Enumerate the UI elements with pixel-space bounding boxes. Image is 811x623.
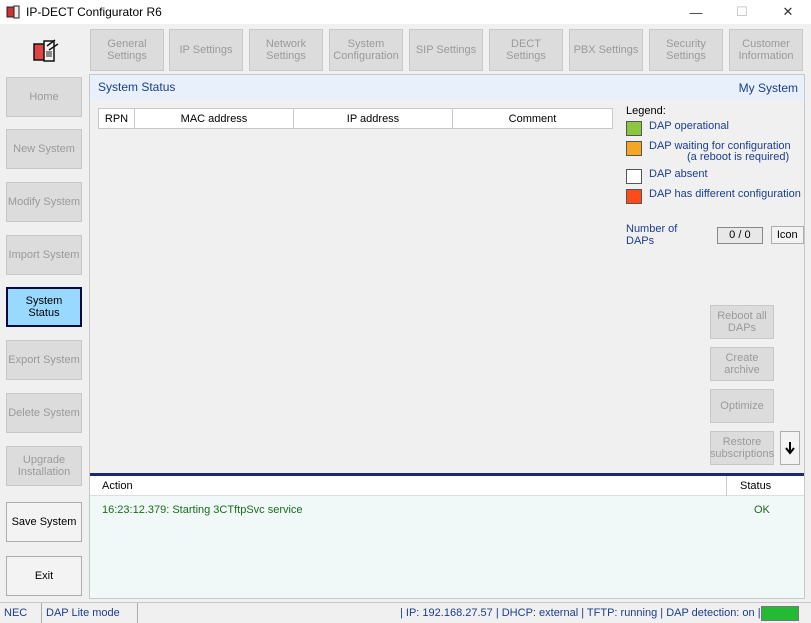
legend-swatch-different xyxy=(626,189,642,204)
logo-icon xyxy=(33,39,59,62)
column-ip-address[interactable]: IP address xyxy=(294,109,453,128)
sidebar-item-home[interactable]: Home xyxy=(6,77,82,117)
log-row: 16:23:12.379: Starting 3CTftpSvc service… xyxy=(90,504,804,518)
reboot-all-daps-button[interactable]: Reboot all DAPs xyxy=(710,305,774,339)
tab-security-settings[interactable]: Security Settings xyxy=(649,29,723,71)
legend-sublabel: (a reboot is required) xyxy=(687,151,790,163)
panel-header: System Status My System xyxy=(90,75,804,99)
restore-subscriptions-button[interactable]: Restore subscriptions xyxy=(710,431,774,465)
dap-table-header: RPN MAC address IP address Comment xyxy=(98,108,613,129)
log-body[interactable]: 16:23:12.379: Starting 3CTftpSvc service… xyxy=(90,496,804,598)
sidebar-item-delete-system[interactable]: Delete System xyxy=(6,393,82,433)
tab-customer-information[interactable]: Customer Information xyxy=(729,29,803,71)
client-area: General Settings IP Settings Network Set… xyxy=(0,24,811,602)
legend-item: DAP has different configuration xyxy=(626,189,802,204)
tab-dect-settings[interactable]: DECT Settings xyxy=(489,29,563,71)
tab-pbx-settings[interactable]: PBX Settings xyxy=(569,29,643,71)
window-controls: — ☐ ✕ xyxy=(673,0,811,24)
sidebar-item-new-system[interactable]: New System xyxy=(6,129,82,169)
sidebar-item-export-system[interactable]: Export System xyxy=(6,340,82,380)
optimize-button[interactable]: Optimize xyxy=(710,389,774,423)
legend-label: DAP absent xyxy=(649,168,708,180)
status-mode: DAP Lite mode xyxy=(42,603,138,623)
title-bar: IP-DECT Configurator R6 — ☐ ✕ xyxy=(0,0,811,24)
dap-count: Number of DAPs 0 / 0 Icon xyxy=(626,223,804,247)
log-header: Action Status xyxy=(90,476,804,496)
tab-system-configuration[interactable]: System Configuration xyxy=(329,29,403,71)
sidebar-item-exit[interactable]: Exit xyxy=(6,556,82,596)
window-title: IP-DECT Configurator R6 xyxy=(26,5,162,19)
logo xyxy=(14,30,78,72)
column-comment[interactable]: Comment xyxy=(453,109,612,128)
legend-swatch-waiting xyxy=(626,141,642,156)
sidebar-item-import-system[interactable]: Import System xyxy=(6,235,82,275)
status-info: | IP: 192.168.27.57 | DHCP: external | T… xyxy=(400,607,761,619)
log-column-status: Status xyxy=(740,480,772,492)
log-column-action: Action xyxy=(102,480,133,492)
legend-item: DAP absent xyxy=(626,169,802,184)
legend-item: DAP waiting for configuration (a reboot … xyxy=(626,141,802,163)
icon-button[interactable]: Icon xyxy=(770,226,804,244)
sidebar-item-save-system[interactable]: Save System xyxy=(6,502,82,542)
status-vendor: NEC xyxy=(0,603,42,623)
tab-general-settings[interactable]: General Settings xyxy=(90,29,164,71)
column-rpn[interactable]: RPN xyxy=(99,109,135,128)
tab-network-settings[interactable]: Network Settings xyxy=(249,29,323,71)
legend-title: Legend: xyxy=(626,105,666,117)
sidebar-item-system-status[interactable]: System Status xyxy=(6,287,82,327)
action-log: Action Status 16:23:12.379: Starting 3CT… xyxy=(90,473,804,598)
tab-sip-settings[interactable]: SIP Settings xyxy=(409,29,483,71)
legend-label: DAP operational xyxy=(649,120,729,132)
legend: Legend: DAP operational DAP waiting for … xyxy=(626,105,802,209)
close-button[interactable]: ✕ xyxy=(765,0,811,24)
dap-count-label: Number of DAPs xyxy=(626,223,678,247)
system-name: My System xyxy=(738,81,798,95)
maximize-button[interactable]: ☐ xyxy=(719,0,765,24)
sidebar-item-modify-system[interactable]: Modify System xyxy=(6,182,82,222)
legend-item: DAP operational xyxy=(626,121,802,136)
minimize-button[interactable]: — xyxy=(673,0,719,24)
legend-swatch-absent xyxy=(626,169,642,184)
scroll-down-button[interactable] xyxy=(780,431,800,465)
column-mac-address[interactable]: MAC address xyxy=(135,109,294,128)
sidebar-item-upgrade-installation[interactable]: Upgrade Installation xyxy=(6,446,82,486)
app-icon xyxy=(6,5,20,19)
create-archive-button[interactable]: Create archive xyxy=(710,347,774,381)
tab-ip-settings[interactable]: IP Settings xyxy=(169,29,243,71)
system-status-panel: System Status My System RPN MAC address … xyxy=(89,74,805,599)
page-title: System Status xyxy=(98,80,176,94)
log-action-text: 16:23:12.379: Starting 3CTftpSvc service xyxy=(102,504,303,516)
status-indicator xyxy=(761,606,799,621)
arrow-down-icon xyxy=(785,442,795,455)
legend-swatch-operational xyxy=(626,121,642,136)
legend-label: DAP has different configuration xyxy=(649,188,801,200)
status-bar: NEC DAP Lite mode | IP: 192.168.27.57 | … xyxy=(0,602,811,623)
log-divider xyxy=(726,476,727,496)
dap-count-value: 0 / 0 xyxy=(717,226,763,244)
log-status-text: OK xyxy=(754,504,770,516)
